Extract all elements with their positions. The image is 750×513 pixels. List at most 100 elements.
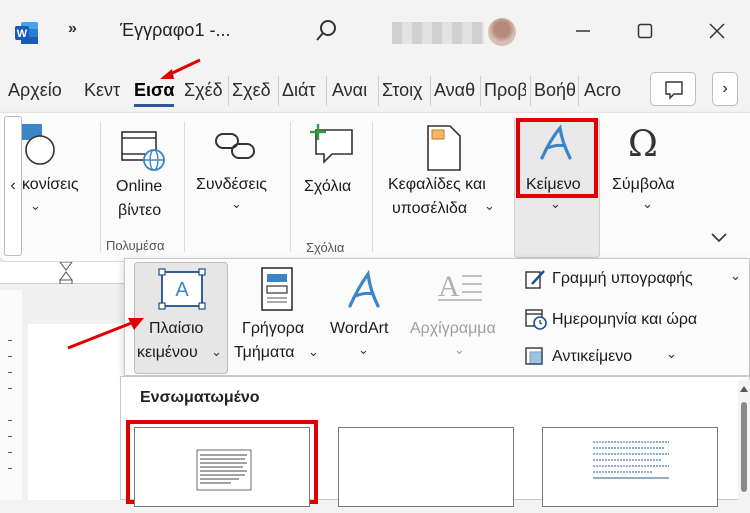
online-video-label-1[interactable]: Online — [116, 178, 162, 196]
tab-help[interactable]: Βοήθ — [534, 80, 576, 101]
header-footer-label-2[interactable]: υποσέλιδα — [392, 200, 467, 218]
svg-text:W: W — [17, 28, 28, 40]
ribbon-scroll-left-icon[interactable]: ‹ — [4, 116, 22, 256]
quick-parts-label-1[interactable]: Γρήγορα — [242, 320, 304, 338]
link-icon[interactable] — [214, 128, 258, 169]
annotation-arrow-insert — [160, 58, 201, 79]
gallery-scrollbar[interactable] — [738, 380, 750, 500]
avatar[interactable] — [488, 18, 516, 46]
links-label[interactable]: Συνδέσεις — [196, 176, 267, 194]
tab-separator — [430, 76, 431, 106]
signature-line-icon[interactable] — [524, 268, 546, 295]
tab-layout[interactable]: Διάτ — [282, 80, 316, 101]
shapes-icon[interactable] — [22, 124, 62, 173]
icons-button-label[interactable]: κονίσεις — [22, 176, 79, 194]
tab-review[interactable]: Αναθ — [434, 80, 478, 101]
ribbon-separator — [372, 122, 373, 252]
ruler-tick — [8, 436, 12, 437]
comments-button[interactable] — [650, 72, 696, 106]
ruler-tick — [8, 420, 12, 421]
online-video-icon[interactable] — [120, 128, 168, 177]
ribbon-separator — [100, 122, 101, 252]
minimize-icon[interactable] — [568, 16, 598, 46]
annotation-arrow-textbox — [67, 318, 144, 350]
ruler-tick — [8, 356, 12, 357]
word-logo-icon: W — [14, 20, 40, 46]
chevron-down-icon[interactable]: ⌄ — [358, 342, 369, 358]
tab-references[interactable]: Αναι — [332, 80, 374, 101]
ruler-tick — [8, 372, 12, 373]
ruler-tick — [8, 340, 12, 341]
tab-separator — [228, 76, 229, 106]
chevron-down-icon[interactable]: ⌄ — [550, 196, 561, 212]
textbox-thumbnail-2[interactable] — [338, 427, 514, 507]
tab-separator — [480, 76, 481, 106]
ruler-tick — [8, 452, 12, 453]
ribbon-expand-chevron-icon[interactable] — [710, 230, 728, 248]
simple-textbox-thumbnail[interactable] — [134, 427, 310, 507]
tab-view[interactable]: Προβ — [484, 80, 526, 101]
tab-separator — [578, 76, 579, 106]
header-footer-icon[interactable] — [424, 124, 464, 177]
blurred-account-name — [392, 22, 484, 44]
wordart-text-icon[interactable] — [536, 124, 576, 167]
header-footer-label-1[interactable]: Κεφαλίδες και — [388, 176, 486, 194]
tabs-scroll-right-icon[interactable]: › — [712, 72, 738, 106]
maximize-icon[interactable] — [630, 16, 660, 46]
object-label[interactable]: Αντικείμενο — [552, 348, 632, 366]
quick-parts-icon[interactable] — [260, 266, 294, 317]
tab-design[interactable]: Σχεδ — [232, 80, 271, 101]
comments-group-label: Σχόλια — [306, 240, 345, 255]
object-icon[interactable] — [524, 346, 546, 373]
tab-separator — [278, 76, 279, 106]
symbols-label[interactable]: Σύμβολα — [612, 176, 675, 194]
wordart-icon[interactable] — [344, 269, 384, 315]
tab-separator — [326, 76, 327, 106]
close-icon[interactable] — [702, 16, 732, 46]
wordart-label[interactable]: WordArt — [330, 320, 388, 338]
tab-home[interactable]: Κεντ — [84, 80, 120, 101]
quick-parts-label-2[interactable]: Τμήματα — [234, 344, 295, 362]
textbox-label-2[interactable]: κειμένου — [137, 344, 198, 362]
svg-text:A: A — [438, 270, 460, 303]
tab-acrobat[interactable]: Acro — [584, 80, 621, 101]
chevron-down-icon[interactable]: ⌄ — [642, 196, 653, 212]
chevron-down-icon[interactable]: ⌄ — [484, 198, 495, 214]
tab-draw[interactable]: Σχέδ — [184, 80, 223, 101]
document-title: Έγγραφο1 -... — [120, 20, 231, 40]
chevron-down-icon[interactable]: ⌄ — [231, 196, 242, 212]
tab-file[interactable]: Αρχείο — [8, 80, 62, 101]
textbox-label-1[interactable]: Πλαίσιο — [149, 320, 203, 338]
ribbon-separator — [184, 122, 185, 252]
textbox-icon[interactable]: A — [158, 268, 206, 315]
svg-text:A: A — [175, 279, 189, 301]
search-icon[interactable] — [314, 18, 340, 44]
tab-separator — [530, 76, 531, 106]
chevron-down-icon[interactable]: ⌄ — [211, 344, 222, 360]
text-label[interactable]: Κείμενο — [526, 176, 581, 194]
omega-symbol-icon[interactable]: Ω — [628, 124, 658, 165]
chevron-down-icon: ⌄ — [454, 342, 465, 357]
overflow-chevron-icon[interactable]: » — [68, 20, 77, 38]
comment-label[interactable]: Σχόλια — [304, 178, 351, 196]
drop-cap-label: Αρχίγραμμα — [410, 320, 496, 337]
active-tab-indicator — [134, 104, 174, 107]
tab-insert[interactable]: Εισα — [134, 80, 174, 101]
tab-mailings[interactable]: Στοιχ — [382, 80, 428, 101]
chevron-down-icon[interactable]: ⌄ — [30, 198, 41, 214]
indent-marker-icon[interactable] — [58, 261, 74, 289]
ruler-tick — [8, 388, 12, 389]
chevron-down-icon[interactable]: ⌄ — [308, 344, 319, 360]
textbox-thumbnail-3[interactable] — [542, 427, 718, 507]
ruler-tick — [8, 468, 12, 469]
media-group-label: Πολυμέσα — [106, 238, 165, 253]
drop-cap-icon: A — [436, 266, 486, 311]
tab-separator — [378, 76, 379, 106]
date-time-label[interactable]: Ημερομηνία και ώρα — [552, 311, 697, 329]
new-comment-icon[interactable] — [308, 122, 358, 173]
calendar-icon[interactable] — [524, 306, 548, 335]
chevron-down-icon[interactable]: ⌄ — [666, 346, 677, 362]
online-video-label-2[interactable]: βίντεο — [118, 202, 161, 220]
chevron-down-icon[interactable]: ⌄ — [730, 268, 741, 284]
signature-line-label[interactable]: Γραμμή υπογραφής — [552, 270, 693, 288]
